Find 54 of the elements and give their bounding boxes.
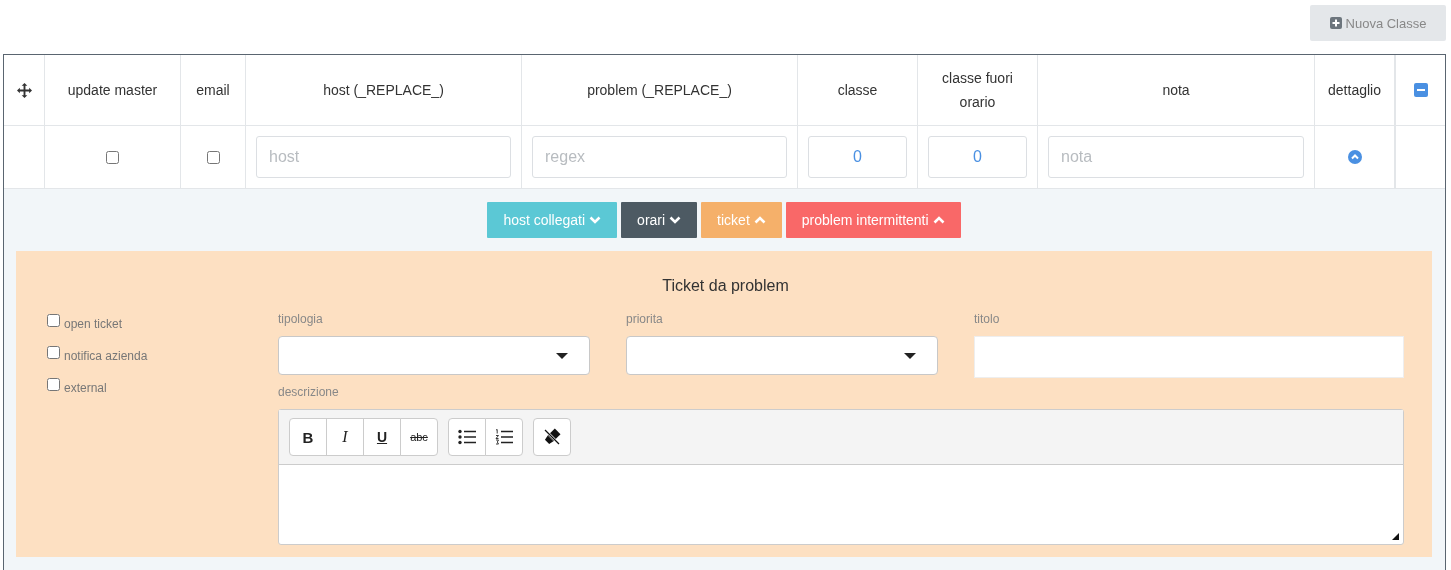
panel-title: Ticket da problem xyxy=(661,276,790,296)
select-field[interactable] xyxy=(278,336,590,375)
checkbox-label: notifica azienda xyxy=(64,349,148,363)
checkbox-label: open ticket xyxy=(64,317,123,331)
section-toggle-button[interactable]: problem intermittenti xyxy=(785,202,961,238)
number-field[interactable]: 0 xyxy=(808,136,907,178)
minus-square-icon[interactable] xyxy=(1413,83,1428,97)
section-toggle-button[interactable]: orari xyxy=(621,202,698,238)
column-header: host (_REPLACE_) xyxy=(322,81,445,100)
toolbar-button[interactable]: U xyxy=(363,418,401,456)
checkbox[interactable] xyxy=(206,150,220,164)
column-header: dettaglio xyxy=(1327,81,1382,100)
checkbox[interactable] xyxy=(47,346,60,359)
resize-handle-icon[interactable] xyxy=(1392,533,1399,540)
caret-down-icon xyxy=(556,352,568,359)
toolbar-button[interactable]: B xyxy=(289,418,327,456)
chevron-up-circle-icon[interactable] xyxy=(1347,150,1362,164)
column-header: nota xyxy=(1161,81,1191,100)
field-label: priorita xyxy=(626,311,664,327)
field-label: tipologia xyxy=(278,311,324,327)
eraser-icon xyxy=(543,428,561,446)
input-field[interactable]: host xyxy=(256,136,511,178)
input-field[interactable]: nota xyxy=(1048,136,1304,178)
toolbar-button[interactable] xyxy=(533,418,571,456)
section-toggle-button[interactable]: host collegati xyxy=(487,202,618,238)
chevron-down-icon xyxy=(669,216,682,224)
move-icon[interactable] xyxy=(16,82,32,98)
select-field[interactable] xyxy=(626,336,938,375)
checkbox[interactable] xyxy=(47,314,60,327)
toolbar-button[interactable] xyxy=(448,418,486,456)
checkbox-label: external xyxy=(64,381,107,395)
bulleted-list-icon xyxy=(458,429,476,445)
checkbox[interactable] xyxy=(47,378,60,391)
field-label: titolo xyxy=(974,311,1001,327)
column-header: classe xyxy=(836,81,879,100)
column-header: problem (_REPLACE_) xyxy=(586,81,733,100)
checkbox[interactable] xyxy=(106,150,119,164)
toolbar-button[interactable] xyxy=(485,418,523,456)
section-toggle-button[interactable]: ticket xyxy=(701,202,782,238)
number-field[interactable]: 0 xyxy=(928,136,1027,178)
toolbar-button[interactable]: I xyxy=(326,418,364,456)
caret-down-icon xyxy=(904,352,916,359)
column-header: classe fuori orario xyxy=(941,69,1014,112)
plus-square-icon xyxy=(1329,17,1342,29)
numbered-list-icon xyxy=(495,429,513,445)
chevron-down-icon xyxy=(589,216,602,224)
chevron-up-icon xyxy=(932,216,945,224)
input-field[interactable]: regex xyxy=(532,136,787,178)
field-label: descrizione xyxy=(278,384,340,400)
toolbar-button[interactable]: abc xyxy=(400,418,438,456)
column-header: update master xyxy=(66,81,159,100)
chevron-up-icon xyxy=(753,216,766,224)
column-header: email xyxy=(195,81,231,100)
text-field[interactable] xyxy=(974,336,1404,378)
